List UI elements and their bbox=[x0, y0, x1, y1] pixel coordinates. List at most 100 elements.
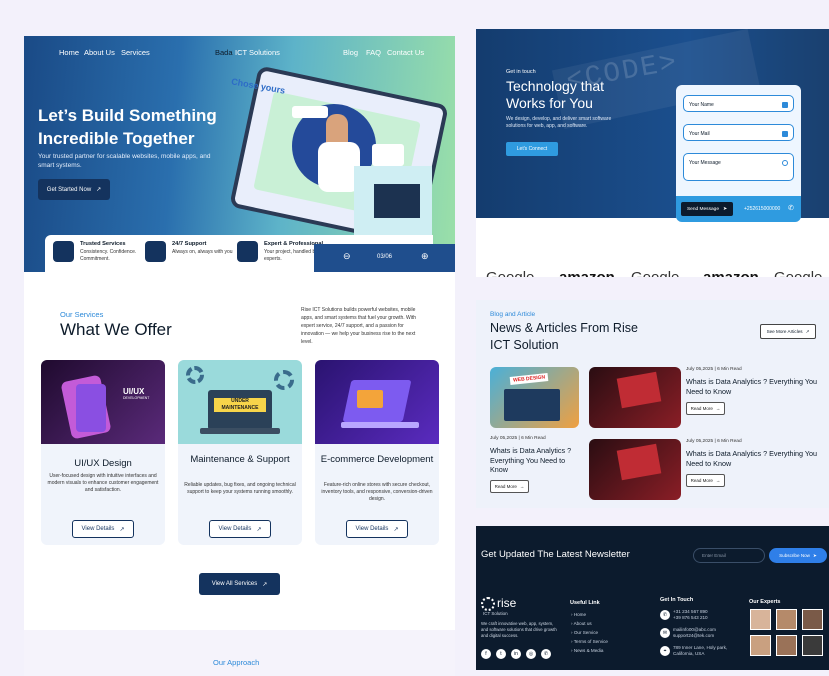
post-image-label: WEB DESIGN bbox=[509, 373, 549, 385]
feature-desc: Consistency. Confidence. Commitment. bbox=[80, 249, 137, 262]
view-all-services-button[interactable]: View All Services ↗ bbox=[199, 573, 280, 595]
footer-link-label: Terms of Service bbox=[573, 639, 608, 644]
feature-desc: Always on, always with you bbox=[172, 249, 233, 255]
hero-illustration bbox=[231, 67, 447, 246]
subscribe-label: Subscribe Now bbox=[779, 553, 811, 558]
facebook-icon[interactable]: f bbox=[481, 649, 491, 659]
maintenance-image: UNDER MAINTENANCE bbox=[178, 360, 302, 444]
post-image-analytics[interactable] bbox=[589, 367, 681, 428]
expert-avatar[interactable] bbox=[802, 635, 823, 656]
view-details-label: View Details bbox=[355, 526, 389, 532]
services-title: What We Offer bbox=[60, 320, 172, 339]
maintenance-image-label: UNDER MAINTENANCE bbox=[214, 398, 266, 412]
service-card-maintenance: UNDER MAINTENANCE Maintenance & Support … bbox=[178, 360, 302, 545]
arrow-up-right-icon: ↗ bbox=[262, 581, 268, 588]
expert-avatar[interactable] bbox=[750, 635, 771, 656]
footer-phone2[interactable]: +39 876 543 210 bbox=[673, 615, 708, 620]
feature-title: 24/7 Support bbox=[172, 241, 207, 247]
nav-services[interactable]: Services bbox=[121, 48, 150, 57]
view-details-button[interactable]: View Details ↗ bbox=[346, 520, 408, 538]
newsletter-email-input[interactable]: Enter Email bbox=[693, 548, 765, 563]
footer-address2: California, USA bbox=[673, 651, 705, 656]
logo-amazon: amazon bbox=[703, 269, 759, 277]
post-title[interactable]: Whats is Data Analytics ? Everything You… bbox=[686, 377, 826, 396]
card-desc: Reliable updates, bug fixes, and ongoing… bbox=[184, 482, 296, 495]
mail-icon: ✉ bbox=[660, 628, 670, 638]
logo-google: Google bbox=[486, 269, 534, 277]
logo-google: Google bbox=[774, 269, 822, 277]
expert-avatar[interactable] bbox=[802, 609, 823, 630]
arrow-up-right-icon: ↗ bbox=[96, 187, 102, 193]
twitter-icon[interactable]: t bbox=[496, 649, 506, 659]
linkedin-icon[interactable]: in bbox=[511, 649, 521, 659]
lets-connect-button[interactable]: Let's Connect bbox=[506, 142, 558, 156]
expert-avatar[interactable] bbox=[776, 609, 797, 630]
chat-icon bbox=[782, 160, 788, 166]
message-field[interactable]: Your Message bbox=[683, 153, 794, 181]
arrow-right-icon: → bbox=[715, 478, 721, 483]
view-details-label: View Details bbox=[81, 526, 115, 532]
footer-link-label: Our Service bbox=[573, 630, 599, 635]
user-icon bbox=[782, 102, 788, 108]
arrow-up-right-icon: ↗ bbox=[805, 328, 810, 334]
expert-avatar[interactable] bbox=[750, 609, 771, 630]
get-started-button[interactable]: Get Started Now ↗ bbox=[38, 179, 110, 200]
arrow-right-icon[interactable]: ⊕ bbox=[421, 251, 429, 262]
newsletter-title: Get Updated The Latest Newsletter bbox=[481, 549, 630, 560]
footer-link-home[interactable]: › Home bbox=[571, 612, 586, 617]
footer-link-about[interactable]: › About us bbox=[571, 621, 592, 626]
footer-link-news[interactable]: › News & Media bbox=[571, 648, 603, 653]
arrow-left-icon[interactable]: ⊖ bbox=[343, 251, 351, 262]
message-placeholder: Your Message bbox=[689, 160, 721, 166]
card-desc: User-focused design with intuitive inter… bbox=[47, 473, 159, 493]
footer-address1: 789 Inner Lane, Holy park, bbox=[673, 645, 728, 650]
nav-faq[interactable]: FAQ bbox=[366, 48, 381, 57]
nav-brand-prefix[interactable]: Bada bbox=[215, 48, 233, 57]
contact-title: Technology that Works for You bbox=[506, 78, 605, 111]
footer-link-terms[interactable]: › Terms of Service bbox=[571, 639, 608, 644]
footer-mail1[interactable]: mailinfo00@abc.com bbox=[673, 627, 716, 632]
read-more-button[interactable]: Read More → bbox=[490, 480, 529, 493]
phone-icon: ✆ bbox=[660, 610, 670, 620]
get-in-touch-title: Get In Touch bbox=[660, 597, 694, 603]
footer-link-service[interactable]: › Our Service bbox=[571, 630, 598, 635]
nav-contact[interactable]: Contact Us bbox=[387, 48, 424, 57]
view-details-label: View Details bbox=[218, 526, 252, 532]
home-page-preview: Home About Us Services Bada ICT Solution… bbox=[24, 36, 455, 676]
instagram-icon[interactable]: ◎ bbox=[526, 649, 536, 659]
post-image-analytics[interactable] bbox=[589, 439, 681, 500]
nav-home[interactable]: Home bbox=[59, 48, 79, 57]
send-icon: ➤ bbox=[813, 552, 817, 558]
card-title: UI/UX Design bbox=[74, 458, 132, 469]
slider-controls: ⊖ 03/06 ⊕ bbox=[314, 244, 455, 272]
clock-icon bbox=[145, 241, 166, 262]
subscribe-button[interactable]: Subscribe Now ➤ bbox=[769, 548, 827, 563]
nav-about[interactable]: About Us bbox=[84, 48, 115, 57]
see-more-articles-button[interactable]: See More Articles ↗ bbox=[760, 324, 816, 339]
blog-title: News & Articles From Rise ICT Solution bbox=[490, 321, 638, 352]
blog-section: Blog and Article News & Articles From Ri… bbox=[476, 300, 829, 508]
phone-number: +252615000000 bbox=[744, 206, 781, 212]
post-title[interactable]: Whats is Data Analytics ? Everything You… bbox=[490, 446, 582, 475]
view-details-button[interactable]: View Details ↗ bbox=[72, 520, 134, 538]
view-details-button[interactable]: View Details ↗ bbox=[209, 520, 271, 538]
phone-icon: ✆ bbox=[788, 205, 794, 212]
nav-blog[interactable]: Blog bbox=[343, 48, 358, 57]
mail-field[interactable]: Your Mail bbox=[683, 124, 794, 141]
footer-link-label: About us bbox=[573, 621, 592, 626]
post-title[interactable]: Whats is Data Analytics ? Everything You… bbox=[686, 449, 826, 468]
nav-brand[interactable]: ICT Solutions bbox=[235, 48, 280, 57]
footer-mail2[interactable]: support24@tek.com bbox=[673, 633, 714, 638]
post-image-web-design[interactable]: WEB DESIGN bbox=[490, 367, 579, 428]
location-icon: ⌖ bbox=[660, 646, 670, 656]
whatsapp-icon[interactable]: ✆ bbox=[541, 649, 551, 659]
expert-avatar[interactable] bbox=[776, 635, 797, 656]
contact-page-preview: <CODE> Get in touch Technology that Work… bbox=[476, 29, 829, 277]
name-field[interactable]: Your Name bbox=[683, 95, 794, 112]
read-more-button[interactable]: Read More → bbox=[686, 474, 725, 487]
send-message-button[interactable]: Send Message ➤ bbox=[681, 202, 733, 216]
read-more-button[interactable]: Read More → bbox=[686, 402, 725, 415]
footer-phone1[interactable]: +31 234 567 890 bbox=[673, 609, 708, 614]
get-started-label: Get Started Now bbox=[46, 186, 92, 193]
approach-section: Our Approach bbox=[24, 630, 455, 676]
